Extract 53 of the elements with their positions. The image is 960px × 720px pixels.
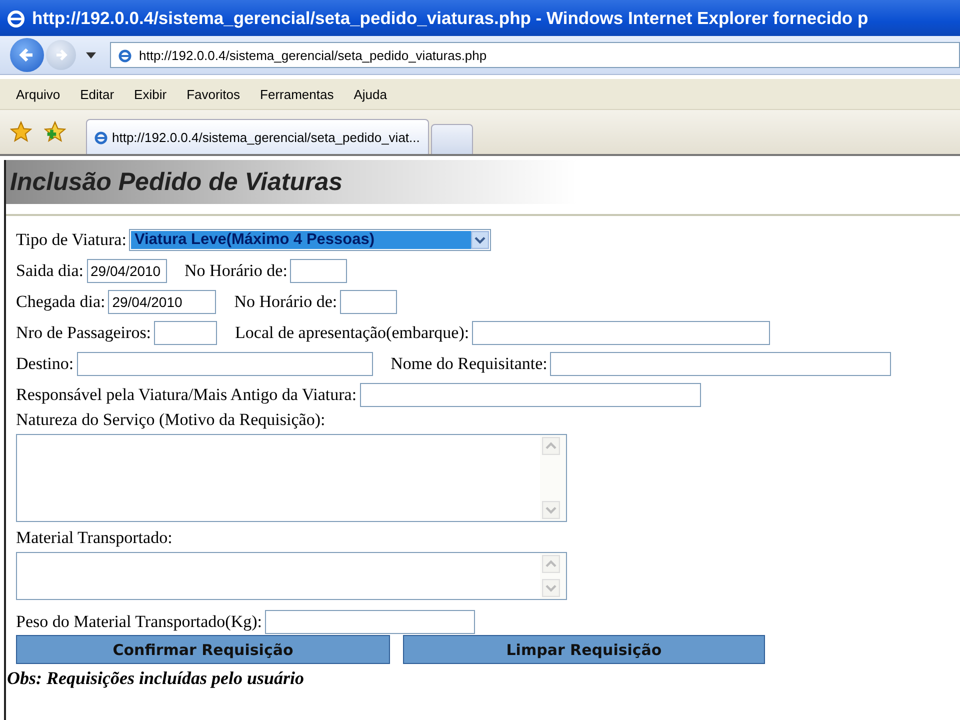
input-field[interactable]: 29/04/2010 [108,290,216,314]
field-label: Nro de Passageiros: [16,322,152,342]
field-label: No Horário de: [234,292,338,312]
window-title: http://192.0.0.4/sistema_gerencial/seta_pedido_viaturas.php - Windows Internet Explorer fornecido p [32,8,868,28]
scrollbar[interactable] [540,435,566,521]
field-label: Destino: [16,354,74,374]
back-button[interactable] [10,38,44,72]
browser-tab[interactable]: http://192.0.0.4/sistema_gerencial/seta_pedido_viat... [86,119,429,154]
page-icon [117,47,133,63]
field-label: Material Transportado: [16,528,172,548]
page-heading: Inclusão Pedido de Viaturas [10,168,342,196]
scroll-up-icon[interactable] [542,437,560,455]
menu-item[interactable]: Arquivo [6,86,70,102]
input-field[interactable] [360,382,701,406]
browser-logo-icon [6,8,26,28]
input-field[interactable] [265,610,476,634]
add-favorite-icon[interactable] [44,121,66,143]
input-field[interactable] [550,352,892,376]
field-label: No Horário de: [184,260,288,280]
input-field[interactable] [76,352,373,376]
input-field[interactable]: 29/04/2010 [86,258,167,282]
form-button[interactable]: Limpar Requisição [403,635,765,664]
field-label: Nome do Requisitante: [390,354,548,374]
menu-item[interactable]: Favoritos [176,86,250,102]
input-field[interactable] [340,290,398,314]
star-icon[interactable] [10,121,32,143]
text-area[interactable] [16,552,567,600]
form-button[interactable]: Confirmar Requisição [16,635,390,664]
dropdown[interactable]: Viatura Leve(Máximo 4 Pessoas) [129,228,492,250]
field-label: Local de apresentação(embarque): [235,322,470,342]
scroll-down-icon[interactable] [542,579,560,597]
note-text: Obs: Requisições incluídas pelo usuário [6,668,306,689]
scroll-down-icon[interactable] [542,501,560,519]
input-field[interactable] [472,320,770,344]
field-label: Chegada dia: [16,292,106,312]
text-area[interactable] [16,434,567,522]
field-label: Peso do Material Transportado(Kg): [16,612,262,632]
menu-item[interactable]: Ferramentas [250,86,344,102]
new-tab-button[interactable] [430,124,473,154]
menu-item[interactable]: Ajuda [344,86,397,102]
scrollbar[interactable] [540,553,566,599]
address-field[interactable]: http://192.0.0.4/sistema_gerencial/seta_pedido_viaturas.php [110,42,960,68]
menu-item[interactable]: Exibir [124,86,177,102]
page-icon [93,129,109,145]
field-label: Natureza do Serviço (Motivo da Requisição): [16,410,326,430]
input-field[interactable] [290,258,348,282]
menu-item[interactable]: Editar [70,86,124,102]
field-label: Saida dia: [16,260,84,280]
field-label: Tipo de Viatura: [16,230,126,250]
field-label: Responsável pela Viatura/Mais Antigo da Viatura: [16,384,357,404]
scroll-up-icon[interactable] [542,555,560,573]
caret-icon[interactable] [86,52,96,58]
input-field[interactable] [154,320,218,344]
